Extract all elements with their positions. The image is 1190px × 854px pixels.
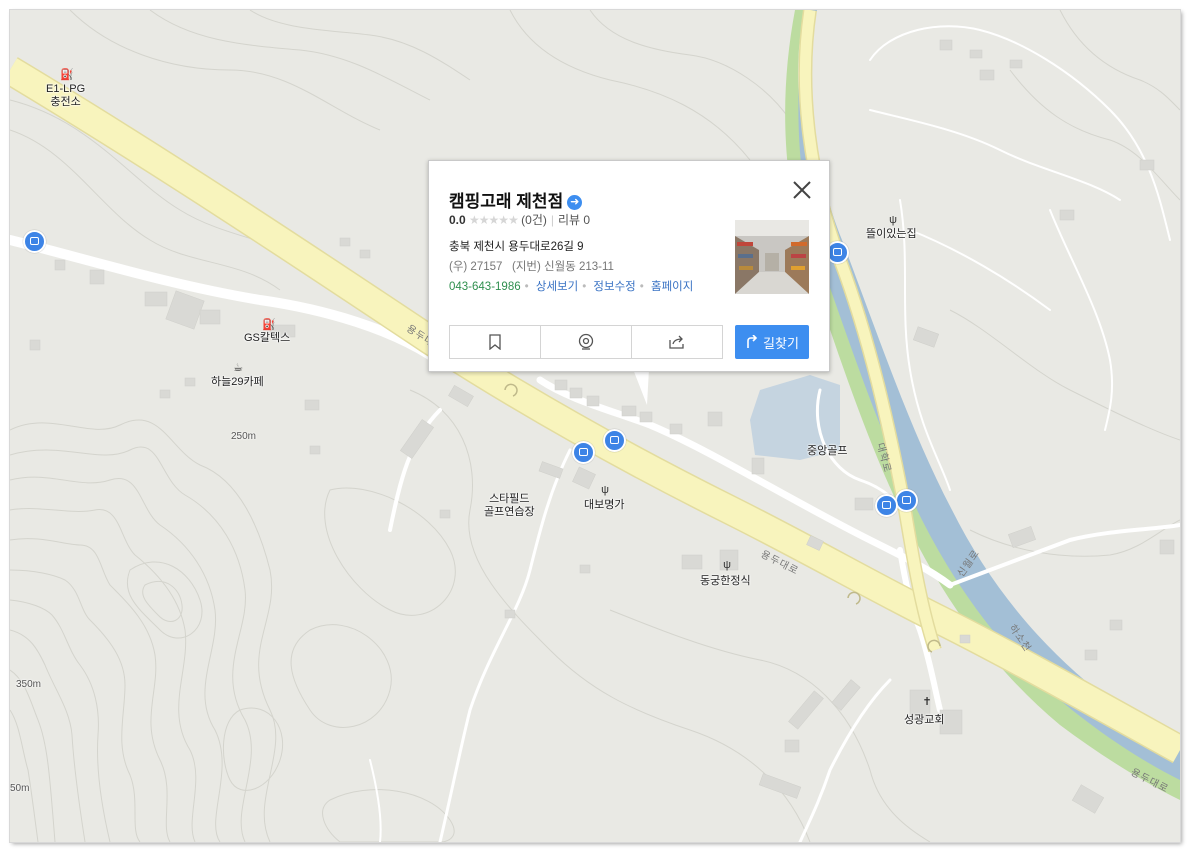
restaurant-icon: ψ (723, 559, 731, 571)
bus-stop-icon[interactable] (895, 489, 918, 512)
review-link[interactable]: 리뷰 0 (558, 213, 590, 227)
poi-e1lpg[interactable]: E1-LPG 충전소 (46, 83, 85, 109)
gas-station-icon: ⛽ (262, 319, 276, 331)
elevation-50: 50m (10, 783, 30, 794)
address-lot: (지번) 신월동 213-11 (512, 261, 614, 273)
star-rating-icon: ★★★★★ (469, 213, 519, 227)
map-base-layer (10, 10, 1180, 842)
poi-gs[interactable]: GS칼텍스 (244, 332, 290, 345)
bus-stop-icon[interactable] (875, 494, 898, 517)
address-postal: (우) 27157 (449, 261, 503, 273)
poi-church[interactable]: 성광교회 (904, 714, 944, 727)
links-row: 043-643-1986 • 상세보기 • 정보수정 • 홈페이지 (449, 281, 694, 293)
cafe-icon: ☕ (233, 362, 243, 374)
bookmark-icon (489, 334, 501, 350)
church-icon: ✝ (922, 696, 932, 708)
popup-pointer (633, 369, 649, 405)
close-button[interactable] (791, 179, 813, 201)
action-buttons (449, 325, 723, 359)
elevation-350: 350m (16, 679, 42, 690)
poi-donggung[interactable]: 동궁한정식 (700, 575, 751, 588)
bus-stop-icon[interactable] (572, 441, 595, 464)
close-icon (793, 181, 811, 199)
directions-label: 길찾기 (763, 335, 799, 351)
roadview-icon (578, 333, 594, 350)
elevation-250: 250m (231, 431, 257, 442)
poi-cafe[interactable]: 하늘29카페 (211, 376, 264, 389)
share-icon (669, 335, 684, 349)
gas-station-icon: ⛽ (60, 69, 74, 81)
phone-number[interactable]: 043-643-1986 (449, 281, 521, 293)
riverbank (785, 10, 1180, 800)
directions-button[interactable]: 길찾기 (735, 325, 809, 359)
homepage-link[interactable]: 홈페이지 (651, 281, 693, 293)
place-title[interactable]: 캠핑고래 제천점 (449, 192, 563, 211)
restaurant-icon: ψ (601, 484, 609, 496)
arrow-right-icon[interactable]: ➜ (567, 195, 583, 210)
rating-score: 0.0 (449, 213, 466, 227)
bus-stop-icon[interactable] (603, 429, 626, 452)
bookmark-button[interactable] (450, 326, 540, 358)
restaurant-icon: ψ (889, 214, 897, 226)
place-popup: 캠핑고래 제천점 ➜ 0.0 ★★★★★ (0건) | 리뷰 0 충북 제천시 용두대… (428, 160, 830, 372)
place-photo[interactable] (735, 220, 809, 294)
detail-link[interactable]: 상세보기 (536, 281, 578, 293)
poi-restaurant-top[interactable]: 뜰이있는집 (866, 228, 917, 241)
edit-info-link[interactable]: 정보수정 (593, 281, 635, 293)
place-title-row[interactable]: 캠핑고래 제천점 ➜ (449, 187, 583, 212)
review-count: (0건) (521, 213, 547, 227)
roadview-button[interactable] (540, 326, 631, 358)
bus-stop-icon[interactable] (23, 230, 46, 253)
poi-starfield[interactable]: 스타필드 골프연습장 (484, 493, 535, 519)
store-photo-thumbnail (735, 220, 809, 294)
address-road: 충북 제천시 용두대로26길 9 (449, 241, 584, 253)
directions-icon (747, 335, 758, 348)
share-button[interactable] (631, 326, 722, 358)
poi-daebo[interactable]: 대보명가 (584, 499, 624, 512)
map-canvas[interactable]: ⛽ E1-LPG 충전소 ⛽ GS칼텍스 ☕ 하늘29카페 ψ 뜰이있는집 중앙… (10, 10, 1180, 842)
rating-row: 0.0 ★★★★★ (0건) | 리뷰 0 (449, 213, 591, 227)
address-secondary: (우) 27157 (지번) 신월동 213-11 (449, 258, 614, 274)
poi-golf[interactable]: 중앙골프 (807, 445, 847, 458)
